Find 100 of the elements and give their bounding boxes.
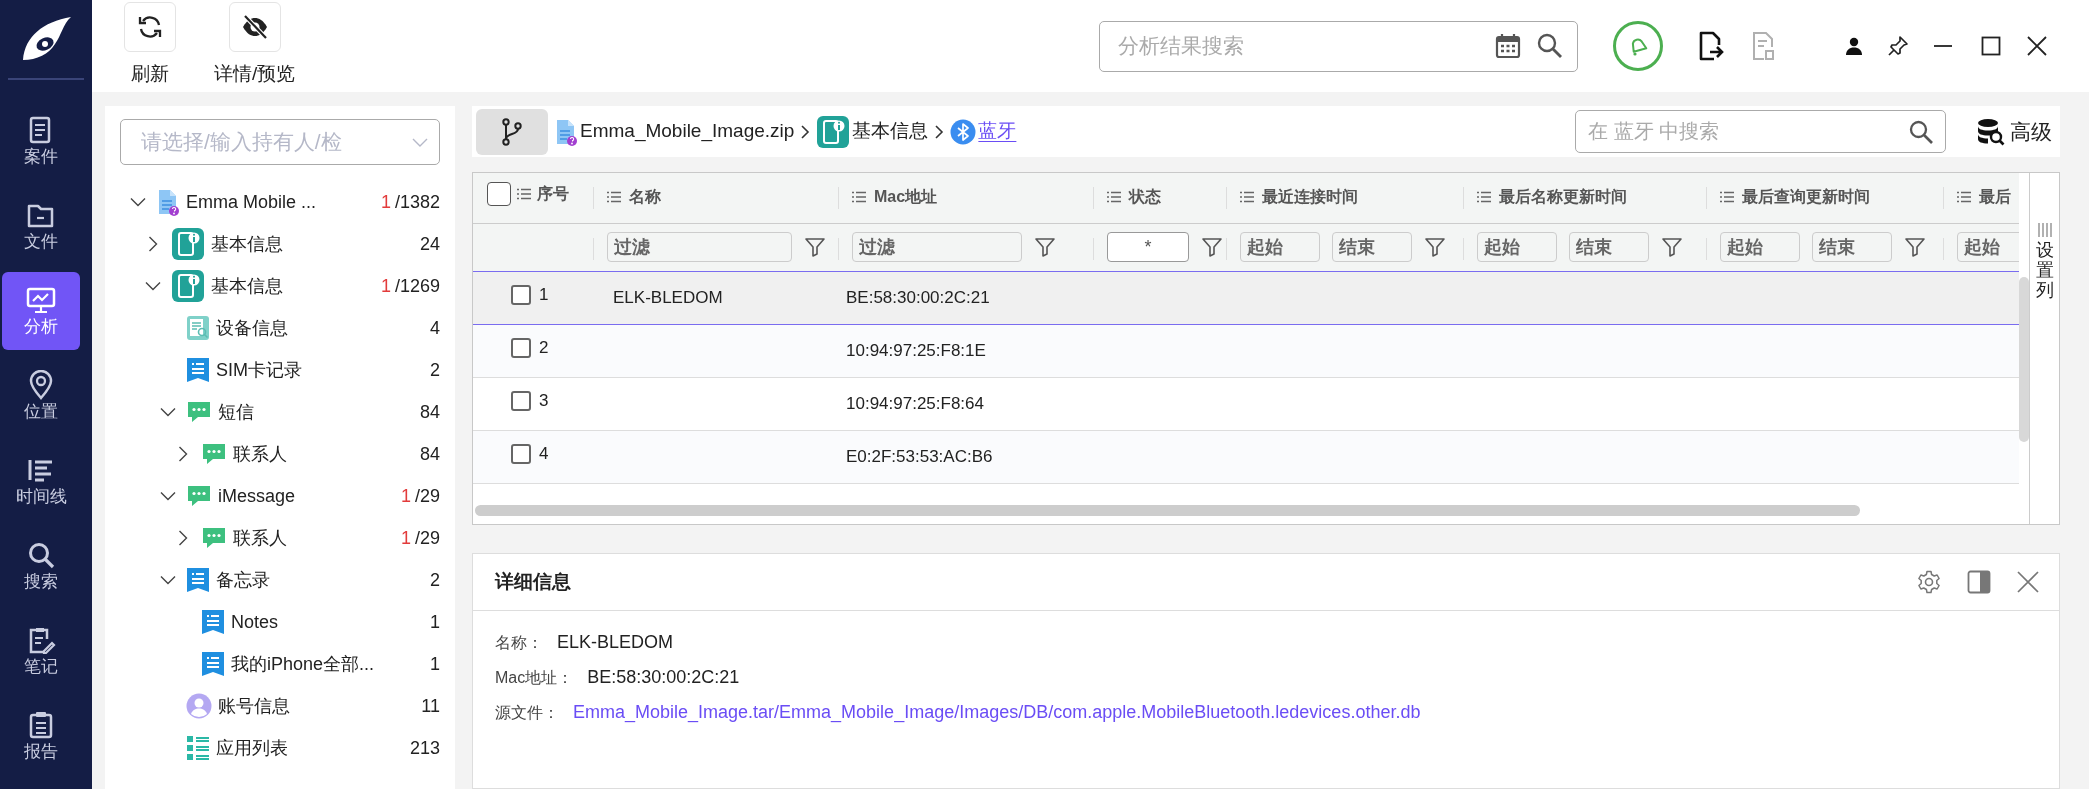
- list-icon: [607, 191, 621, 204]
- nav-item[interactable]: 案件: [2, 102, 80, 180]
- list-icon: [852, 191, 866, 204]
- breadcrumb-link[interactable]: 蓝牙: [978, 117, 1017, 146]
- item-count: /1269: [394, 274, 440, 298]
- chat-bubble-icon: [201, 442, 227, 466]
- item-count: 11: [421, 694, 440, 718]
- item-count: /29: [414, 484, 440, 508]
- filter-field[interactable]: 结束: [1812, 232, 1892, 262]
- search-field[interactable]: 分析结果搜索: [1099, 20, 1578, 72]
- filter-field[interactable]: 结束: [1569, 232, 1649, 262]
- filter-icon[interactable]: [1904, 236, 1926, 258]
- refresh-icon: [136, 13, 164, 41]
- maximize-icon[interactable]: [1981, 36, 2001, 56]
- item-count: 84: [419, 442, 440, 466]
- tree-label[interactable]: 基本信息: [211, 272, 283, 300]
- item-count: /1382: [394, 190, 440, 214]
- item-count: 4: [430, 316, 440, 340]
- tree-label[interactable]: 联系人: [233, 440, 287, 468]
- horizontal-scrollbar[interactable]: [475, 505, 1860, 516]
- row-checkbox[interactable]: [511, 285, 531, 306]
- vertical-scrollbar[interactable]: [2019, 277, 2029, 442]
- table-cell-text: 3: [539, 390, 549, 413]
- preview-button[interactable]: 详情/预览: [214, 2, 296, 89]
- row-checkbox[interactable]: [511, 444, 531, 465]
- filter-icon[interactable]: [1424, 236, 1446, 258]
- column-header[interactable]: 序号: [537, 182, 569, 207]
- chat-bubble-icon: [201, 526, 227, 550]
- filter-field[interactable]: 过滤: [607, 232, 792, 262]
- filter-field[interactable]: 起始: [1720, 232, 1800, 262]
- filter-icon[interactable]: [1034, 236, 1056, 258]
- new-count: 1: [380, 274, 391, 298]
- tree-label[interactable]: iMessage: [218, 482, 296, 510]
- export-file-icon[interactable]: [1698, 31, 1724, 61]
- calendar-icon[interactable]: [1494, 32, 1522, 60]
- list-icon: [186, 735, 210, 761]
- nav-item[interactable]: 分析: [2, 272, 80, 350]
- table-cell-text: 2: [539, 337, 549, 360]
- filter-field[interactable]: 起始: [1957, 232, 2019, 262]
- user-icon[interactable]: [1845, 37, 1863, 55]
- advanced-search-button[interactable]: 高级: [1976, 115, 2052, 148]
- tree-label[interactable]: 联系人: [233, 524, 287, 552]
- selected-row-highlight[interactable]: [473, 270, 2019, 325]
- tree-label[interactable]: 基本信息: [211, 230, 283, 258]
- tree-label[interactable]: 账号信息: [218, 692, 290, 720]
- field-label: 名称：: [495, 632, 543, 653]
- table-cell: 10:94:97:25:F8:1E: [846, 340, 986, 360]
- search-icon[interactable]: [1908, 118, 1934, 145]
- nav-item[interactable]: 位置: [2, 357, 80, 435]
- item-count: 24: [419, 232, 440, 256]
- item-count: 2: [430, 358, 440, 382]
- nav-item[interactable]: 笔记: [2, 612, 80, 690]
- panel-toggle-icon[interactable]: [1967, 570, 1991, 594]
- nav-item[interactable]: 报告: [2, 697, 80, 775]
- column-header[interactable]: Mac地址: [874, 185, 938, 210]
- nav-item[interactable]: 文件: [2, 187, 80, 265]
- tree-label[interactable]: 应用列表: [216, 734, 288, 762]
- nav-item[interactable]: 搜索: [2, 527, 80, 605]
- tree-label[interactable]: SIM卡记录: [216, 356, 302, 384]
- branch-icon: [500, 117, 524, 146]
- device-info-icon: [171, 227, 205, 261]
- branch-button[interactable]: [476, 108, 548, 155]
- row-checkbox[interactable]: [511, 391, 531, 412]
- list-icon: [1720, 191, 1734, 204]
- avatar-icon: [186, 693, 212, 719]
- filter-icon[interactable]: [804, 236, 826, 258]
- table-search-field[interactable]: 在 蓝牙 中搜索: [1575, 110, 1946, 153]
- filter-icon[interactable]: [1661, 236, 1683, 258]
- source-file-link[interactable]: Emma_Mobile_Image.tar/Emma_Mobile_Image/Images/DB/com.apple.MobileBluetooth.ledevices.other.db: [573, 699, 1421, 726]
- notification-bell-button[interactable]: [1613, 21, 1663, 71]
- settings-icon[interactable]: [1917, 570, 1941, 594]
- search-icon[interactable]: [1536, 32, 1564, 60]
- chevron-right-icon: [800, 124, 811, 139]
- field-label: 源文件：: [495, 702, 559, 723]
- tree-label[interactable]: 我的iPhone全部...: [231, 650, 375, 678]
- tree-label[interactable]: Notes: [231, 608, 279, 636]
- tree-label[interactable]: Emma Mobile ...: [186, 188, 317, 216]
- chevron-right-icon: [934, 124, 945, 139]
- tree-label[interactable]: 备忘录: [216, 566, 270, 594]
- filter-field[interactable]: 起始: [1477, 232, 1557, 262]
- filter-field[interactable]: *: [1107, 232, 1189, 262]
- filter-field[interactable]: 起始: [1240, 232, 1320, 262]
- close-icon[interactable]: [2027, 36, 2047, 56]
- item-count: 1: [430, 652, 440, 676]
- breadcrumb-link[interactable]: Emma_Mobile_Image.zip: [580, 117, 795, 146]
- note-icon: [186, 357, 210, 383]
- breadcrumb-link[interactable]: 基本信息: [852, 117, 929, 146]
- select-all-checkbox[interactable]: [487, 182, 511, 207]
- column-header[interactable]: 状态: [1129, 185, 1161, 210]
- pin-icon[interactable]: [1887, 35, 1909, 57]
- column-header[interactable]: 名称: [629, 185, 661, 210]
- tree-label[interactable]: 短信: [218, 398, 254, 426]
- note-icon: [201, 651, 225, 677]
- nav-item[interactable]: 时间线: [2, 442, 80, 520]
- row-checkbox[interactable]: [511, 338, 531, 359]
- note-icon: [201, 609, 225, 635]
- tree-label[interactable]: 设备信息: [216, 314, 288, 342]
- filter-field[interactable]: 结束: [1332, 232, 1412, 262]
- filter-field[interactable]: 过滤: [852, 232, 1022, 262]
- filter-icon[interactable]: [1201, 236, 1223, 258]
